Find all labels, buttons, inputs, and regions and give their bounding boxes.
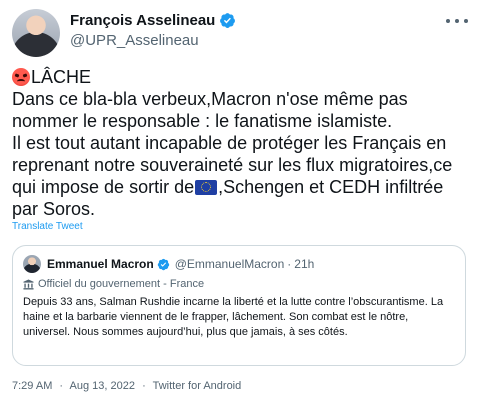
quoted-author-handle[interactable]: @EmmanuelMacron	[175, 257, 285, 271]
author-handle[interactable]: @UPR_Asselineau	[70, 32, 199, 49]
quoted-tweet-time[interactable]: 21h	[294, 257, 314, 271]
more-options-icon[interactable]	[446, 12, 468, 30]
separator-dot: ·	[287, 257, 292, 271]
more-dot	[455, 19, 459, 23]
tweet-line: qui impose de sortir de ,Schengen et CEDH…	[12, 177, 444, 197]
tweet-text: LÂCHE Dans ce bla-bla verbeux,Macron n'o…	[12, 66, 472, 220]
tweet-date[interactable]: Aug 13, 2022	[70, 380, 135, 392]
government-label-text: Officiel du gouvernement - France	[38, 278, 205, 290]
quoted-tweet[interactable]: Emmanuel Macron @EmmanuelMacron · 21h Of…	[12, 245, 466, 366]
quoted-author-name[interactable]: Emmanuel Macron	[47, 257, 154, 271]
more-dot	[446, 19, 450, 23]
verified-badge-icon	[157, 258, 169, 270]
translate-tweet-link[interactable]: Translate Tweet	[12, 221, 83, 232]
quoted-author-avatar[interactable]	[23, 255, 41, 273]
quoted-tweet-text: Depuis 33 ans, Salman Rushdie incarne la…	[23, 296, 444, 338]
quoted-tweet-header: Emmanuel Macron @EmmanuelMacron · 21h	[47, 257, 314, 271]
verified-badge-icon	[220, 13, 236, 28]
separator-dot: ·	[59, 380, 64, 392]
tweet-line: reprenant notre souveraineté sur les flu…	[12, 155, 453, 175]
tweet-line: Il est tout autant incapable de protéger…	[12, 133, 447, 153]
author-avatar[interactable]	[12, 9, 60, 57]
tweet: François Asselineau @UPR_Asselineau LÂCH…	[0, 0, 478, 404]
separator-dot: ·	[142, 380, 146, 392]
tweet-line: LÂCHE	[12, 66, 472, 88]
more-dot	[464, 19, 468, 23]
government-building-icon	[23, 278, 34, 290]
eu-flag-emoji	[195, 180, 218, 195]
angry-face-emoji	[12, 68, 30, 86]
tweet-time[interactable]: 7:29 AM	[12, 380, 52, 392]
author-name[interactable]: François Asselineau	[70, 12, 215, 29]
tweet-meta: 7:29 AM · Aug 13, 2022 · Twitter for And…	[12, 380, 245, 392]
author-name-row[interactable]: François Asselineau	[70, 12, 236, 29]
tweet-line: par Soros.	[12, 199, 96, 219]
government-label: Officiel du gouvernement - France	[23, 278, 204, 290]
tweet-line: nommer le responsable : le fanatisme isl…	[12, 111, 393, 131]
tweet-client[interactable]: Twitter for Android	[153, 380, 242, 392]
tweet-line: Dans ce bla-bla verbeux,Macron n'ose mêm…	[12, 89, 408, 109]
